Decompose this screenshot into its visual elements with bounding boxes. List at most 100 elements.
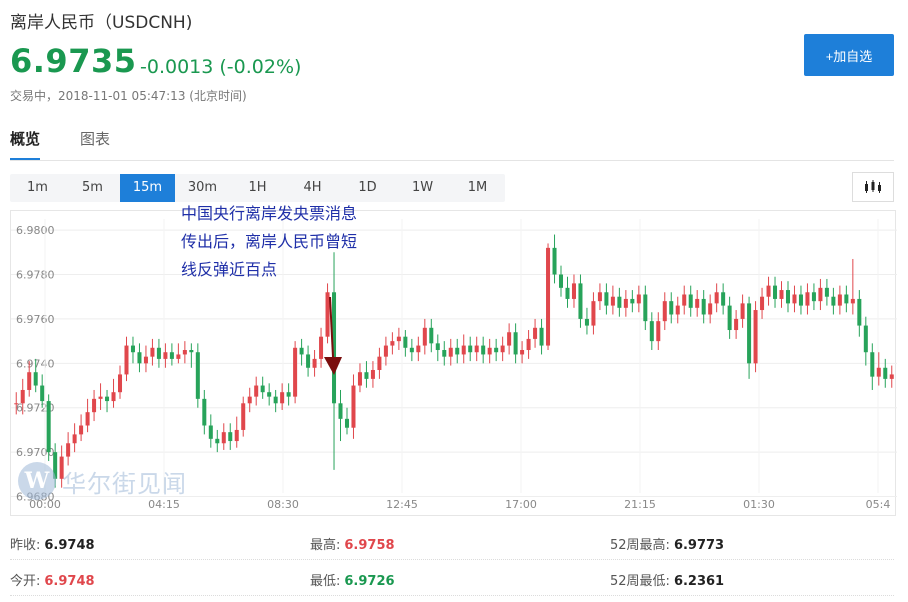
interval-15m[interactable]: 15m — [120, 174, 175, 202]
candle — [727, 296, 732, 339]
candle — [688, 285, 693, 317]
candle — [117, 365, 123, 399]
candle — [247, 387, 252, 413]
candle — [494, 338, 499, 362]
stat-label: 52周最低: — [610, 574, 670, 589]
candle — [370, 361, 375, 388]
candle — [610, 285, 615, 315]
candle — [468, 336, 473, 362]
y-tick-label: 6.9760 — [16, 313, 55, 326]
candle — [364, 361, 369, 388]
candle — [792, 285, 797, 313]
annotation-arrow-head — [324, 357, 342, 375]
candle — [260, 376, 265, 399]
candle — [734, 310, 739, 339]
candle — [72, 423, 77, 453]
candle — [630, 290, 635, 313]
interval-1w[interactable]: 1W — [395, 174, 450, 202]
candle — [695, 290, 700, 317]
x-tick-label: 08:30 — [267, 498, 299, 511]
candle — [92, 389, 97, 422]
candle — [526, 330, 531, 359]
candle — [254, 376, 259, 406]
last-price: 6.9735 — [10, 42, 137, 80]
candle — [429, 318, 434, 353]
watermark-text: 华尔街见闻 — [62, 469, 187, 498]
chart-type-button[interactable] — [852, 172, 894, 202]
candle — [597, 283, 602, 311]
interval-1h[interactable]: 1H — [230, 174, 285, 202]
candle — [571, 274, 576, 308]
interval-5m[interactable]: 5m — [65, 174, 120, 202]
stat-prev-close: 昨收: 6.9748 — [10, 534, 95, 553]
candle — [461, 334, 466, 364]
stat-label: 52周最高: — [610, 538, 670, 553]
candle — [481, 336, 486, 364]
candle — [357, 363, 362, 393]
annotation-line: 中国央行离岸发央票消息 — [181, 204, 358, 223]
candle — [241, 396, 246, 437]
candle — [111, 378, 116, 408]
interval-1mo[interactable]: 1M — [450, 174, 505, 202]
candle — [234, 416, 239, 448]
stat-value: 6.9748 — [44, 538, 95, 553]
candle — [85, 398, 90, 433]
price-change: -0.0013 (-0.02%) — [140, 56, 302, 78]
candle — [143, 345, 148, 373]
interval-30m[interactable]: 30m — [175, 174, 230, 202]
stat-low: 最低: 6.9726 — [310, 570, 395, 589]
candle — [442, 341, 447, 366]
add-to-watchlist-button[interactable]: +加自选 — [804, 34, 894, 76]
candle — [409, 338, 414, 362]
candle — [286, 383, 291, 406]
candle — [753, 301, 758, 373]
y-tick-label: 6.9800 — [16, 224, 55, 237]
stats-row: 昨收: 6.9748 最高: 6.9758 52周最高: 6.9773 — [10, 524, 894, 560]
candle — [649, 312, 654, 351]
candle — [721, 283, 726, 315]
stat-value: 6.9773 — [673, 538, 725, 553]
candle — [390, 332, 395, 355]
tabs-divider — [10, 160, 894, 161]
candle — [435, 334, 440, 362]
candle — [422, 318, 427, 355]
candle — [267, 383, 272, 406]
tab-overview[interactable]: 概览 — [10, 128, 41, 160]
trading-status: 交易中，2018-11-01 05:47:13 (北京时间) — [10, 89, 247, 103]
candle — [837, 285, 842, 315]
stat-value: 6.2361 — [673, 574, 725, 589]
candle — [714, 283, 719, 313]
candle — [863, 316, 868, 366]
candle — [98, 383, 103, 410]
stat-value: 6.9726 — [344, 574, 395, 589]
candle — [507, 323, 512, 355]
x-tick-label: 17:00 — [505, 498, 537, 511]
candle — [565, 276, 570, 308]
interval-1m[interactable]: 1m — [10, 174, 65, 202]
candle — [870, 343, 875, 390]
candle — [487, 338, 492, 364]
candle — [617, 287, 622, 317]
candle — [130, 336, 135, 364]
y-tick-label: 6.9780 — [16, 269, 55, 282]
candle — [325, 283, 330, 344]
candle — [584, 307, 589, 335]
stats-row: 今开: 6.9748 最低: 6.9726 52周最低: 6.2361 — [10, 560, 894, 596]
tab-chart[interactable]: 图表 — [80, 128, 110, 160]
candle — [182, 341, 187, 364]
candle — [876, 352, 881, 386]
interval-4h[interactable]: 4H — [285, 174, 340, 202]
stat-label: 昨收: — [10, 538, 41, 553]
x-tick-label: 05:4 — [866, 498, 891, 511]
interval-selector: 1m 5m 15m 30m 1H 4H 1D 1W 1M — [10, 174, 505, 202]
candle — [338, 389, 343, 442]
candle — [805, 283, 810, 315]
candle — [351, 374, 356, 439]
candle — [46, 394, 51, 462]
candle — [785, 281, 791, 313]
stat-label: 今开: — [10, 574, 41, 589]
candle — [889, 365, 894, 388]
candle — [383, 336, 388, 366]
candle — [319, 327, 324, 368]
interval-1d[interactable]: 1D — [340, 174, 395, 202]
